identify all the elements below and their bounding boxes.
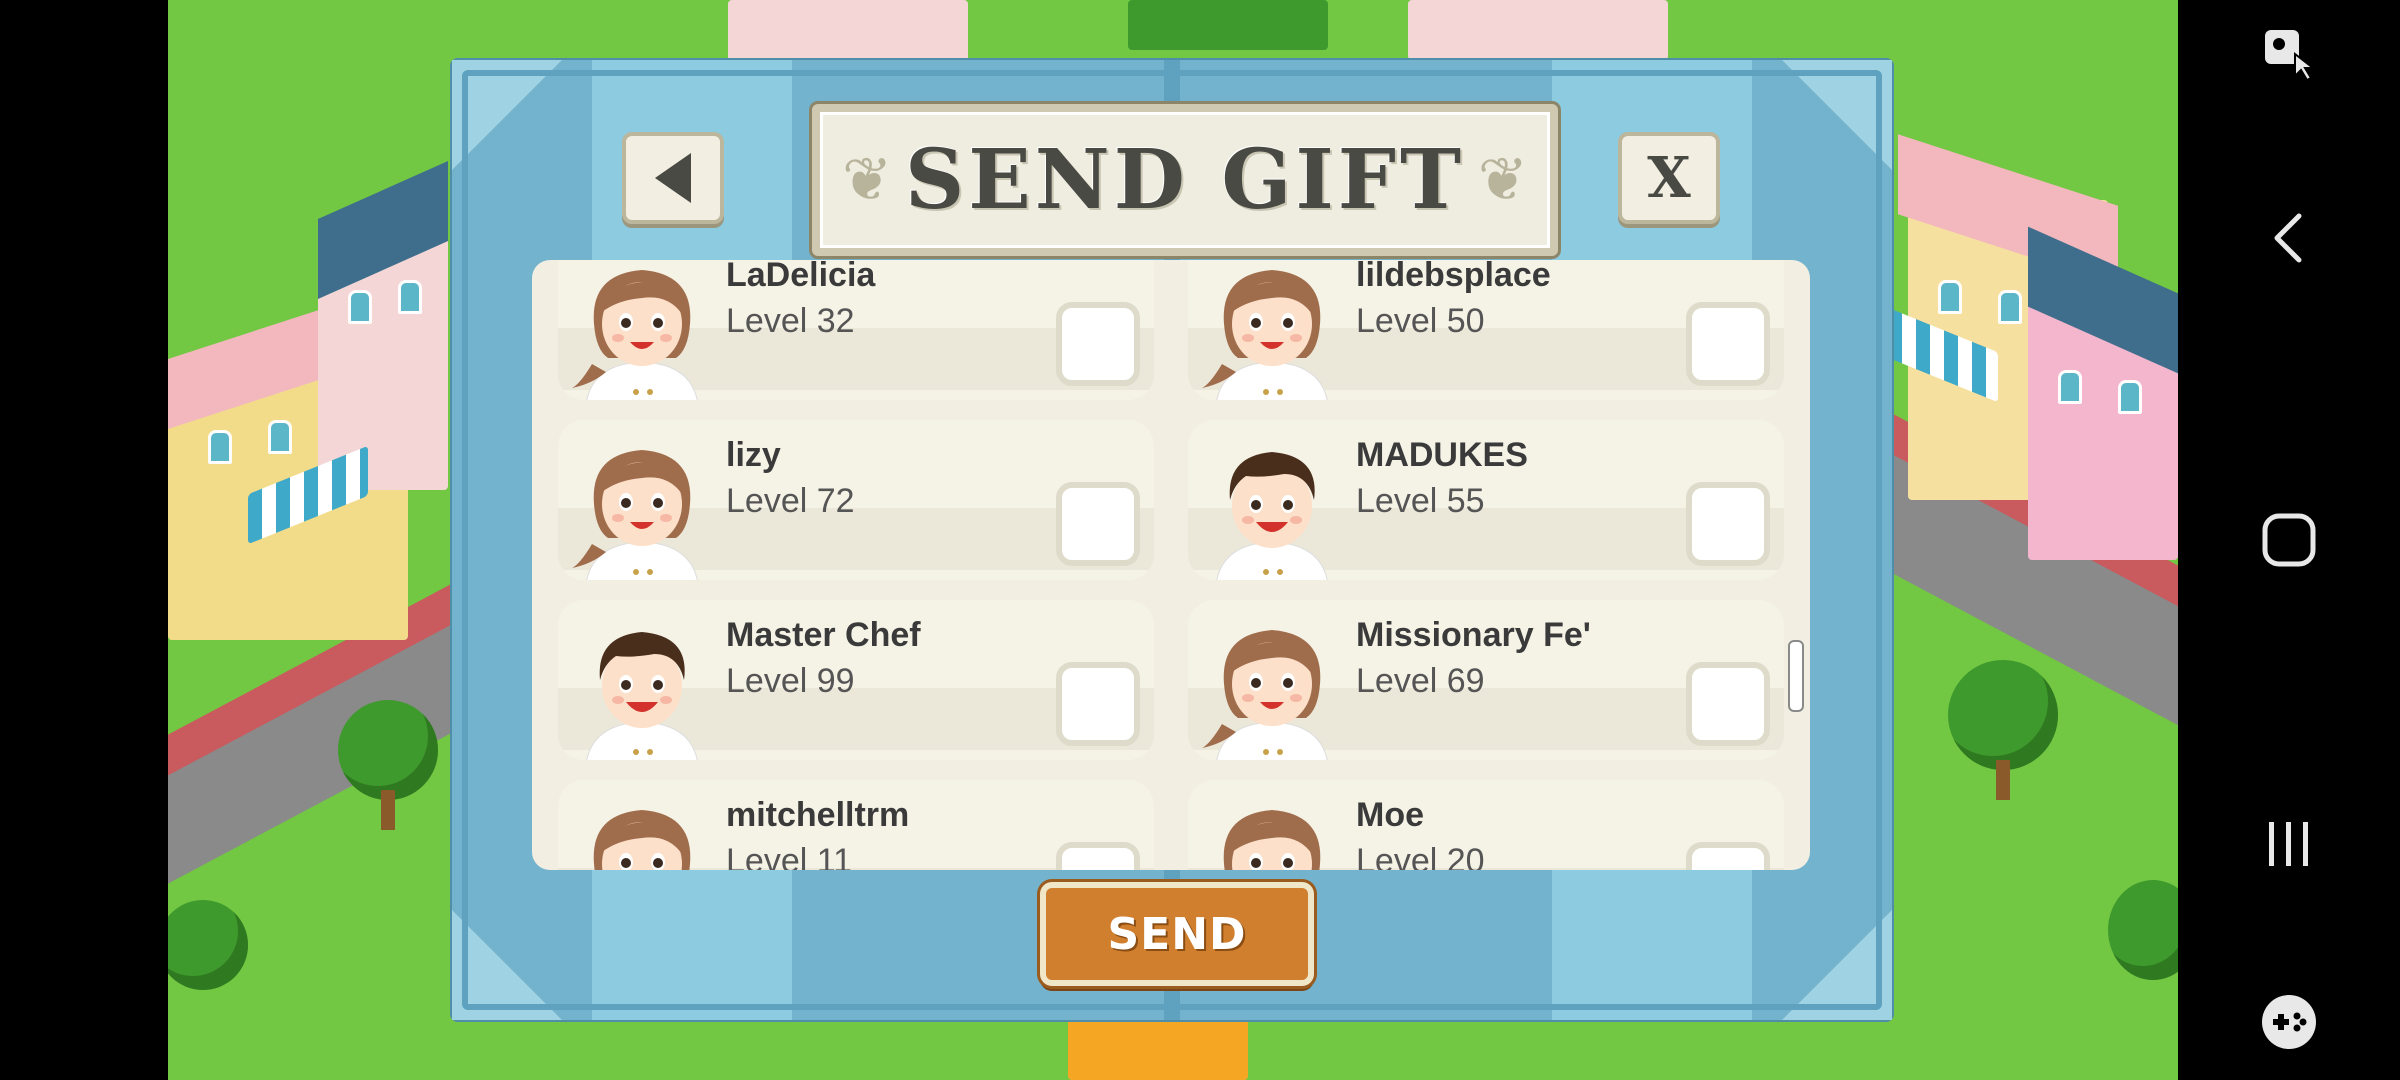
close-button[interactable]: X — [1618, 132, 1720, 224]
building-window — [2058, 370, 2082, 404]
select-friend-checkbox[interactable] — [1056, 302, 1140, 386]
friend-level: Level 20 — [1356, 842, 1485, 870]
back-nav-icon[interactable] — [2253, 202, 2325, 274]
send-button[interactable]: SEND — [1040, 882, 1314, 986]
building-window — [2118, 380, 2142, 414]
send-button-label: SEND — [1107, 908, 1247, 960]
select-friend-checkbox[interactable] — [1686, 302, 1770, 386]
tree-trunk — [381, 790, 395, 830]
tree — [2108, 880, 2178, 980]
select-friend-checkbox[interactable] — [1686, 842, 1770, 870]
female-chef-avatar — [572, 260, 712, 400]
select-friend-checkbox[interactable] — [1056, 662, 1140, 746]
select-friend-checkbox[interactable] — [1686, 482, 1770, 566]
female-chef-avatar — [1202, 614, 1342, 760]
friend-name: mitchelltrm — [726, 796, 910, 834]
close-icon: X — [1647, 145, 1691, 211]
select-friend-checkbox[interactable] — [1056, 842, 1140, 870]
friend-card[interactable]: Master Chef Level 99 — [558, 600, 1154, 760]
female-chef-avatar — [572, 434, 712, 580]
dialog-corner — [452, 910, 562, 1020]
screenshot-touch-icon[interactable] — [2253, 18, 2325, 90]
building-window — [1938, 280, 1962, 314]
friend-card[interactable]: lizy Level 72 — [558, 420, 1154, 580]
friend-level: Level 69 — [1356, 662, 1485, 700]
system-nav-bar — [2178, 0, 2400, 1080]
friend-level: Level 72 — [726, 482, 855, 520]
friend-card[interactable]: Moe Level 20 — [1188, 780, 1784, 870]
friend-card[interactable]: lildebsplace Level 50 — [1188, 260, 1784, 400]
friend-name: Master Chef — [726, 616, 921, 654]
friend-name: Moe — [1356, 796, 1424, 834]
building-window — [348, 290, 372, 324]
left-swirl-icon: ❦ — [842, 145, 893, 215]
tree — [168, 900, 248, 990]
friend-card[interactable]: MADUKES Level 55 — [1188, 420, 1784, 580]
female-chef-avatar — [1202, 260, 1342, 400]
friend-card[interactable]: LaDelicia Level 32 — [558, 260, 1154, 400]
send-gift-dialog: ❦ SEND GIFT ❦ X LaDelicia Level 32 lilde… — [452, 60, 1892, 1020]
friend-card[interactable]: mitchelltrm Level 11 — [558, 780, 1154, 870]
right-swirl-icon: ❦ — [1477, 145, 1528, 215]
title-plaque: ❦ SEND GIFT ❦ — [812, 104, 1558, 256]
dialog-corner — [452, 60, 562, 170]
dialog-corner — [1782, 910, 1892, 1020]
list-scrollbar[interactable] — [1788, 640, 1804, 712]
friend-level: Level 32 — [726, 302, 855, 340]
building-window — [1998, 290, 2022, 324]
friend-level: Level 50 — [1356, 302, 1485, 340]
friend-list[interactable]: LaDelicia Level 32 lildebsplace Level 50 l… — [532, 260, 1810, 870]
friend-level: Level 55 — [1356, 482, 1485, 520]
dialog-corner — [1782, 60, 1892, 170]
friend-name: lildebsplace — [1356, 260, 1551, 294]
male-chef-avatar — [1202, 434, 1342, 580]
building-window — [268, 420, 292, 454]
friend-name: lizy — [726, 436, 781, 474]
orange-tile — [1068, 1010, 1248, 1080]
friend-card[interactable]: Missionary Fe' Level 69 — [1188, 600, 1784, 760]
tree — [338, 700, 438, 800]
tree-trunk — [1996, 760, 2010, 800]
friend-level: Level 11 — [726, 842, 853, 870]
friend-name: Missionary Fe' — [1356, 616, 1591, 654]
hedge-top — [1128, 0, 1328, 50]
male-chef-avatar — [572, 614, 712, 760]
female-chef-avatar — [1202, 794, 1342, 870]
friend-name: LaDelicia — [726, 260, 876, 294]
tree — [1948, 660, 2058, 770]
friend-name: MADUKES — [1356, 436, 1528, 474]
home-icon[interactable] — [2253, 504, 2325, 576]
left-letterbox — [0, 0, 168, 1080]
female-chef-avatar — [572, 794, 712, 870]
building-top-right — [1408, 0, 1668, 60]
game-screen: ❦ SEND GIFT ❦ X LaDelicia Level 32 lilde… — [0, 0, 2400, 1080]
building-window — [208, 430, 232, 464]
recents-icon[interactable] — [2253, 808, 2325, 880]
building-window — [398, 280, 422, 314]
back-arrow-icon — [655, 153, 691, 203]
game-tools-icon[interactable] — [2253, 986, 2325, 1058]
dialog-title: SEND GIFT — [905, 132, 1465, 228]
back-button[interactable] — [622, 132, 724, 224]
select-friend-checkbox[interactable] — [1056, 482, 1140, 566]
friend-level: Level 99 — [726, 662, 855, 700]
select-friend-checkbox[interactable] — [1686, 662, 1770, 746]
